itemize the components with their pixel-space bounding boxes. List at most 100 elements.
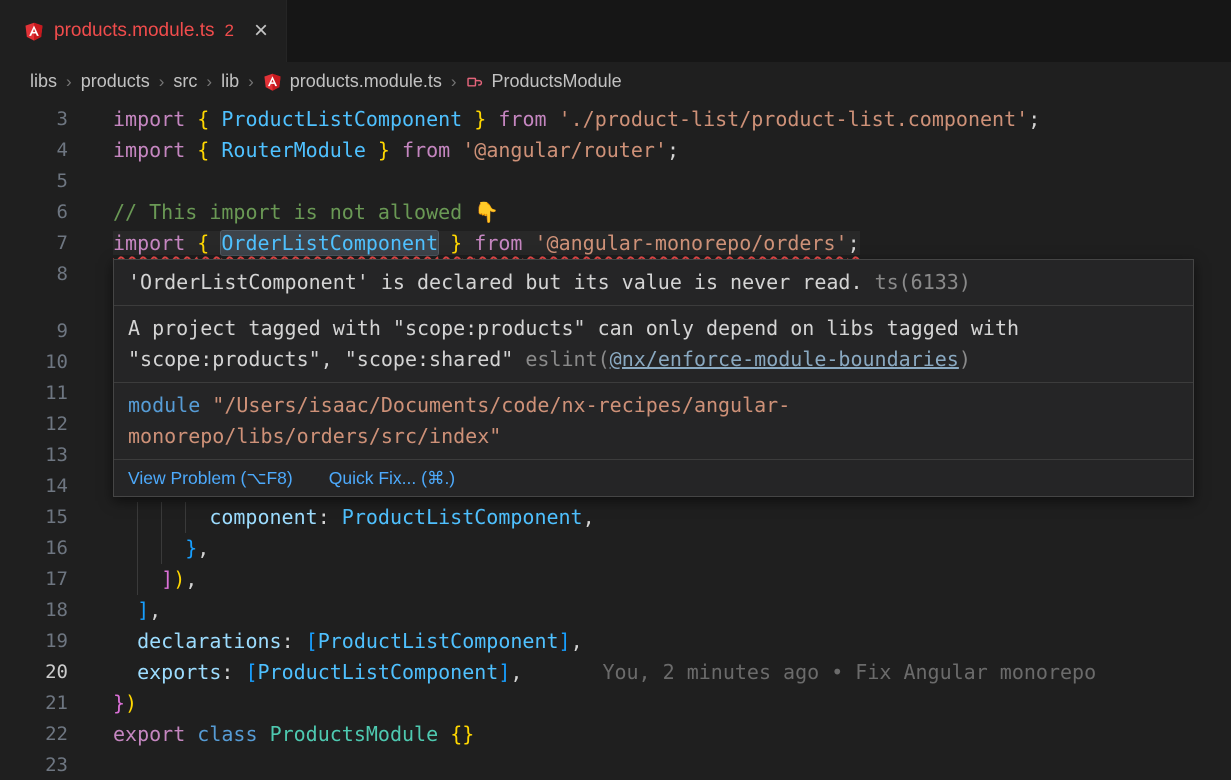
editor[interactable]: 3import { ProductListComponent } from '.…: [0, 101, 1231, 780]
module-path-line1: module "/Users/isaac/Documents/code/nx-r…: [128, 390, 1179, 421]
indent-space: [113, 502, 137, 533]
code-content: [85, 750, 113, 780]
tab-products-module-ts[interactable]: products.module.ts 2 ×: [0, 0, 287, 62]
line-number-8[interactable]: 8: [0, 259, 85, 290]
module-path-line2: monorepo/libs/orders/src/index": [128, 421, 1179, 452]
line-number-14[interactable]: 14: [0, 471, 85, 502]
breadcrumb: libs › products › src › lib › products.module.ts…: [0, 62, 1231, 101]
eslint-rule-link[interactable]: @nx/enforce-module-boundaries: [610, 347, 959, 371]
code-line-21[interactable]: 21}): [0, 688, 1231, 719]
diagnostic-ts-code: ts(6133): [875, 270, 971, 294]
code-content: }): [85, 688, 137, 719]
chevron-right-icon: ›: [206, 72, 212, 92]
indent-guide: [185, 502, 209, 533]
line-number-21[interactable]: 21: [0, 688, 85, 719]
line-number-22[interactable]: 22: [0, 719, 85, 750]
breadcrumb-item-products[interactable]: products: [81, 71, 150, 92]
breadcrumb-item-src[interactable]: src: [173, 71, 197, 92]
line-number-6[interactable]: 6: [0, 197, 85, 228]
indent-space: [113, 657, 137, 688]
chevron-right-icon: ›: [248, 72, 254, 92]
diagnostic-eslint: A project tagged with "scope:products" c…: [114, 306, 1193, 383]
indent-guide: [137, 502, 161, 533]
indent-space: [113, 533, 137, 564]
line-number-11[interactable]: 11: [0, 378, 85, 409]
line-number-19[interactable]: 19: [0, 626, 85, 657]
line-number-18[interactable]: 18: [0, 595, 85, 626]
code-line-17[interactable]: 17]),: [0, 564, 1231, 595]
line-number-12[interactable]: 12: [0, 409, 85, 440]
code-content: import { ProductListComponent } from './…: [85, 104, 1040, 135]
code-line-4[interactable]: 4import { RouterModule } from '@angular/…: [0, 135, 1231, 166]
line-number-13[interactable]: 13: [0, 440, 85, 471]
tab-bar: products.module.ts 2 ×: [0, 0, 1231, 62]
indent-guide: [161, 502, 185, 533]
indent-space: [113, 564, 137, 595]
quick-fix-link[interactable]: Quick Fix... (⌘.): [329, 467, 455, 489]
module-info: module "/Users/isaac/Documents/code/nx-r…: [114, 383, 1193, 460]
diagnostic-eslint-line2: "scope:products", "scope:shared" eslint(…: [128, 344, 1179, 375]
breadcrumb-item-lib[interactable]: lib: [221, 71, 239, 92]
line-number-7[interactable]: 7: [0, 228, 85, 259]
angular-icon: [24, 21, 44, 42]
code-content: import { RouterModule } from '@angular/r…: [85, 135, 679, 166]
breadcrumb-item-products-module-ts[interactable]: products.module.ts: [290, 71, 442, 92]
error-squiggle-range: import { OrderListComponent } from '@ang…: [113, 231, 860, 255]
eslint-source-prefix: eslint(: [525, 347, 609, 371]
code-line-22[interactable]: 22export class ProductsModule {}: [0, 719, 1231, 750]
line-number-23[interactable]: 23: [0, 750, 85, 780]
code-line-3[interactable]: 3import { ProductListComponent } from '.…: [0, 104, 1231, 135]
view-problem-link[interactable]: View Problem (⌥F8): [128, 467, 293, 489]
code-line-19[interactable]: 19declarations: [ProductListComponent],: [0, 626, 1231, 657]
breadcrumb-item-libs[interactable]: libs: [30, 71, 57, 92]
indent-guide: [137, 564, 161, 595]
tab-problems-badge: 2: [225, 21, 234, 41]
line-number-3[interactable]: 3: [0, 104, 85, 135]
eslint-source-suffix: ): [959, 347, 971, 371]
chevron-right-icon: ›: [451, 72, 457, 92]
code-content: },: [85, 533, 209, 564]
angular-icon: [263, 72, 282, 92]
code-content: [85, 316, 113, 347]
code-content: [85, 166, 113, 197]
chevron-right-icon: ›: [159, 72, 165, 92]
line-number-16[interactable]: 16: [0, 533, 85, 564]
diagnostic-eslint-line1: A project tagged with "scope:products" c…: [128, 313, 1179, 344]
code-content: [85, 378, 113, 409]
line-number-20[interactable]: 20: [0, 657, 85, 688]
line-number-9[interactable]: 9: [0, 316, 85, 347]
line-number-10[interactable]: 10: [0, 347, 85, 378]
hover-tooltip: 'OrderListComponent' is declared but its…: [113, 259, 1194, 497]
code-content: [85, 471, 113, 502]
diagnostic-eslint-line2-text: "scope:products", "scope:shared": [128, 347, 513, 371]
code-content: export class ProductsModule {}: [85, 719, 474, 750]
class-symbol-icon: [466, 73, 484, 91]
highlighted-symbol: OrderListComponent: [221, 231, 438, 255]
tab-title: products.module.ts: [54, 20, 215, 42]
vscode-window: products.module.ts 2 × libs › products › src…: [0, 0, 1231, 780]
code-content: ],: [85, 595, 161, 626]
code-line-20[interactable]: 20exports: [ProductListComponent],You, 2…: [0, 657, 1231, 688]
breadcrumb-item-productsmodule[interactable]: ProductsModule: [492, 71, 622, 92]
code-line-16[interactable]: 16},: [0, 533, 1231, 564]
code-line-23[interactable]: 23: [0, 750, 1231, 780]
line-number-15[interactable]: 15: [0, 502, 85, 533]
module-path-part2: monorepo/libs/orders/src/index": [128, 424, 501, 448]
indent-guide: [161, 533, 185, 564]
close-icon[interactable]: ×: [254, 19, 268, 43]
diagnostic-ts-message: 'OrderListComponent' is declared but its…: [128, 270, 863, 294]
blame-annotation: You, 2 minutes ago • Fix Angular monorep…: [602, 660, 1096, 684]
line-number-17[interactable]: 17: [0, 564, 85, 595]
code-content: [85, 347, 113, 378]
code-line-15[interactable]: 15component: ProductListComponent,: [0, 502, 1231, 533]
code-content: import { OrderListComponent } from '@ang…: [85, 228, 860, 259]
code-line-18[interactable]: 18],: [0, 595, 1231, 626]
line-number-4[interactable]: 4: [0, 135, 85, 166]
line-number-5[interactable]: 5: [0, 166, 85, 197]
code-line-7[interactable]: 7 import { OrderListComponent } from '@an…: [0, 228, 1231, 259]
module-path-part1: "/Users/isaac/Documents/code/nx-recipes/…: [212, 393, 790, 417]
code-content: [85, 440, 113, 471]
code-line-5[interactable]: 5: [0, 166, 1231, 197]
indent-guide: [137, 533, 161, 564]
code-line-6[interactable]: 6// This import is not allowed 👇: [0, 197, 1231, 228]
